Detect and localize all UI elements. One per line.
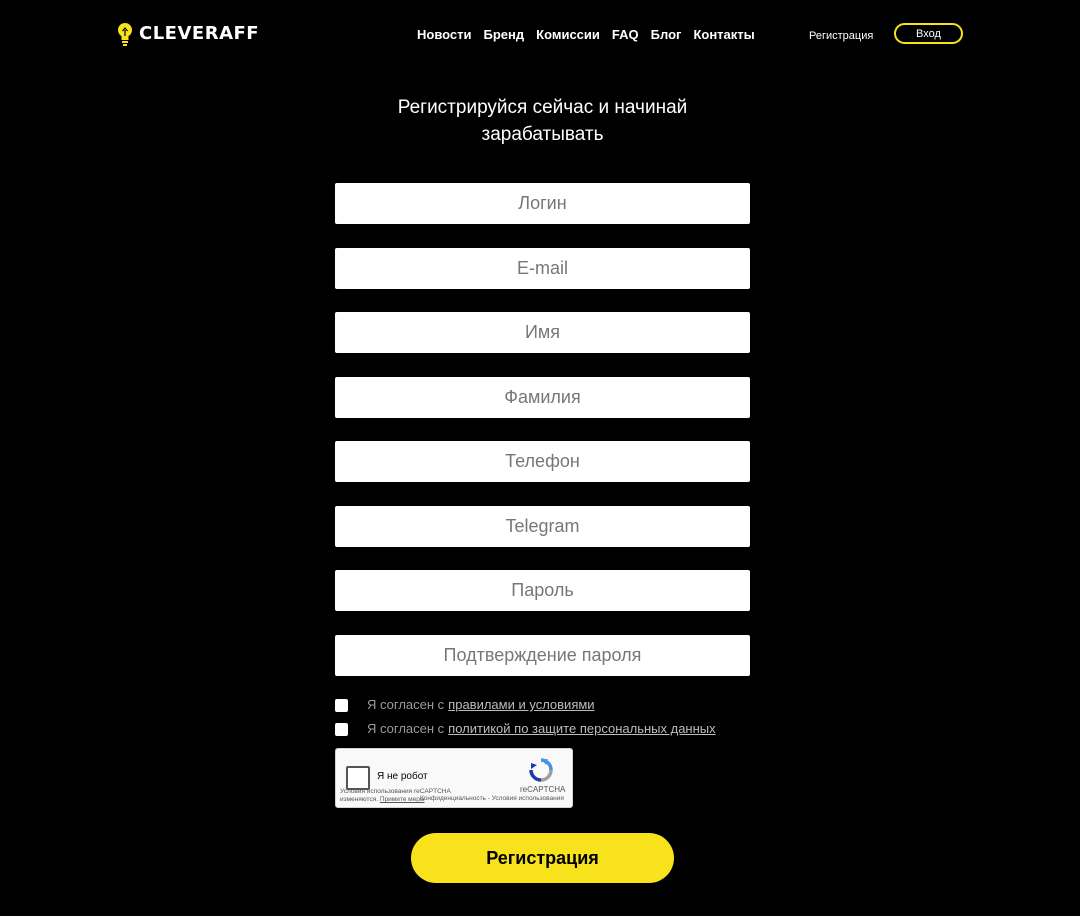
header-register-link[interactable]: Регистрация (809, 28, 873, 44)
login-button[interactable]: Вход (894, 23, 963, 44)
recaptcha-label: Я не робот (377, 771, 428, 782)
agree-privacy-checkbox[interactable] (335, 722, 348, 736)
recaptcha-privacy[interactable]: Конфиденциальность - Условия использован… (420, 795, 564, 803)
password-confirm-field[interactable] (335, 635, 750, 676)
terms-link[interactable]: правилами и условиями (448, 697, 594, 713)
agree-terms-row: Я согласен с правилами и условиями (335, 697, 595, 713)
recaptcha-icon (529, 758, 553, 782)
lightbulb-icon (118, 23, 132, 46)
logo-text: CLEVERAFF (139, 23, 260, 44)
recaptcha-widget: Я не робот reCAPTCHA Условия использован… (335, 748, 573, 808)
telegram-field[interactable] (335, 506, 750, 547)
password-field[interactable] (335, 570, 750, 611)
recaptcha-brand: reCAPTCHA (520, 785, 566, 794)
agree-terms-prefix: Я согласен с (367, 697, 445, 712)
nav-link-blog[interactable]: Блог (651, 26, 682, 44)
agree-terms-checkbox[interactable] (335, 698, 348, 712)
email-field[interactable] (335, 248, 750, 289)
login-field[interactable] (335, 183, 750, 224)
agree-privacy-row: Я согласен с политикой по защите персона… (335, 721, 716, 737)
page-title: Регистрируйся сейчас и начинай зарабатыв… (397, 97, 688, 145)
first-name-field[interactable] (335, 312, 750, 353)
nav-link-news[interactable]: Новости (417, 26, 472, 44)
nav-link-contacts[interactable]: Контакты (693, 26, 754, 44)
nav-link-faq[interactable]: FAQ (612, 26, 639, 44)
phone-field[interactable] (335, 441, 750, 482)
recaptcha-checkbox[interactable] (346, 766, 370, 790)
register-submit-button[interactable]: Регистрация (411, 833, 674, 883)
privacy-link[interactable]: политикой по защите персональных данных (448, 721, 715, 737)
nav-link-commissions[interactable]: Комиссии (536, 26, 600, 44)
nav-link-brand[interactable]: Бренд (484, 26, 525, 44)
main-nav: Новости Бренд Комиссии FAQ Блог Контакты (417, 26, 755, 44)
last-name-field[interactable] (335, 377, 750, 418)
recaptcha-terms-link[interactable]: Примите меры (380, 796, 425, 803)
agree-privacy-prefix: Я согласен с (367, 721, 445, 736)
logo[interactable]: CLEVERAFF (117, 22, 259, 46)
